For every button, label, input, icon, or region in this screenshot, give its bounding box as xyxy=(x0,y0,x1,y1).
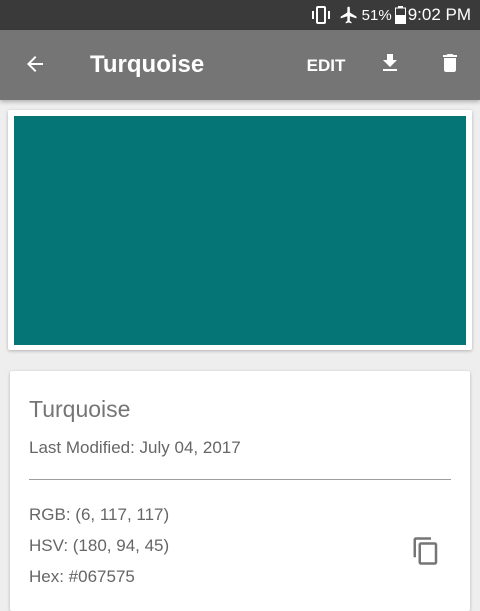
hex-value: Hex: #067575 xyxy=(29,567,135,586)
color-swatch xyxy=(14,116,466,345)
back-arrow-icon xyxy=(23,52,47,81)
hsv-value: HSV: (180, 94, 45) xyxy=(29,536,170,555)
vibrate-icon xyxy=(311,6,331,24)
color-name: Turquoise xyxy=(29,396,131,422)
clock-time: 9:02 PM xyxy=(407,5,471,24)
rgb-value: RGB: (6, 117, 117) xyxy=(29,505,170,524)
copy-icon xyxy=(411,536,441,571)
app-bar: Turquoise EDIT xyxy=(0,30,480,100)
delete-icon xyxy=(438,51,462,80)
color-swatch-card xyxy=(8,110,472,350)
battery-percentage: 51% xyxy=(361,6,392,24)
color-info-card: Turquoise Last Modified: July 04, 2017 R… xyxy=(10,371,470,611)
download-icon xyxy=(378,51,402,80)
copy-button[interactable] xyxy=(408,535,444,571)
edit-button[interactable]: EDIT xyxy=(302,50,350,82)
status-bar: 51% 9:02 PM xyxy=(0,0,480,30)
delete-button[interactable] xyxy=(434,49,466,81)
back-button[interactable] xyxy=(18,49,52,83)
download-button[interactable] xyxy=(374,49,406,81)
airplane-mode-icon xyxy=(339,5,359,25)
divider xyxy=(29,479,451,480)
battery-icon xyxy=(394,6,406,24)
page-title: Turquoise xyxy=(90,51,205,78)
last-modified-date: Last Modified: July 04, 2017 xyxy=(29,438,241,457)
